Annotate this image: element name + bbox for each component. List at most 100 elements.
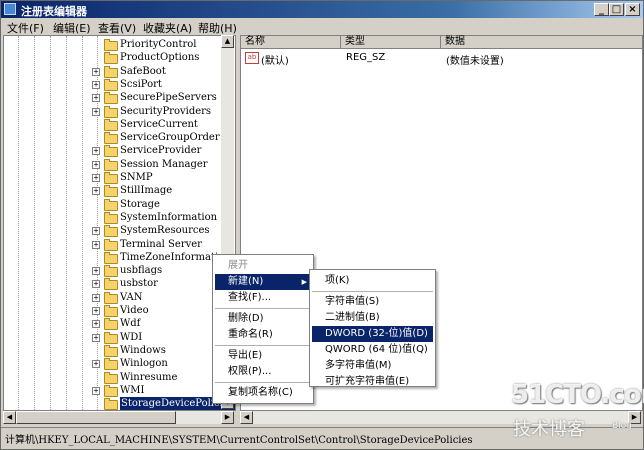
tree-item[interactable]: Winresume bbox=[4, 371, 235, 384]
tree-item-label: usbflags bbox=[120, 265, 163, 277]
tree-item-label: ScsiPort bbox=[120, 78, 162, 90]
tree-item[interactable]: + ScsiPort bbox=[4, 78, 235, 91]
submenu-item[interactable]: 二进制值(B) bbox=[312, 310, 433, 326]
expand-plus-icon[interactable]: + bbox=[92, 320, 100, 329]
scroll-thumb[interactable] bbox=[16, 411, 176, 424]
tree-item[interactable]: + Wdf bbox=[4, 317, 235, 331]
tree-item[interactable]: SystemInformation bbox=[4, 211, 235, 224]
menu-view[interactable]: 查看(V) bbox=[98, 20, 136, 36]
context_menu-item[interactable]: 删除(D) bbox=[215, 311, 311, 327]
expand-plus-icon[interactable]: + bbox=[92, 360, 100, 369]
submenu-item[interactable]: 字符串值(S) bbox=[312, 294, 433, 310]
tree-item[interactable]: + SNMP bbox=[4, 171, 235, 184]
tree-item[interactable]: + WMI bbox=[4, 384, 235, 397]
tree-item[interactable]: + Video bbox=[4, 304, 235, 317]
expand-plus-icon[interactable]: + bbox=[92, 240, 100, 249]
tree-item-label: Winresume bbox=[120, 371, 178, 383]
folder-icon bbox=[104, 92, 118, 105]
menu-file[interactable]: 文件(F) bbox=[7, 20, 44, 36]
scroll-left-arrow-icon[interactable]: ◀ bbox=[240, 411, 253, 424]
scroll-left-arrow-icon[interactable]: ◀ bbox=[3, 411, 16, 424]
tree-item[interactable]: + VAN bbox=[4, 291, 235, 304]
watermark-site: 51CTO.com bbox=[511, 380, 644, 410]
tree-item[interactable]: ServiceCurrent bbox=[4, 118, 235, 131]
expand-plus-icon[interactable]: + bbox=[92, 80, 100, 89]
tree-item-label: PriorityControl bbox=[120, 39, 197, 50]
regedit-app-icon bbox=[4, 3, 16, 15]
folder-icon bbox=[104, 211, 118, 224]
title-bar[interactable]: 注册表编辑器 _ □ × bbox=[1, 1, 643, 18]
tree-item[interactable]: ProductOptions bbox=[4, 51, 235, 65]
tree-item[interactable]: + SecurePipeServers bbox=[4, 91, 235, 105]
context_menu-item[interactable]: 查找(F)... bbox=[215, 290, 311, 306]
submenu-item[interactable]: 可扩充字符串值(E) bbox=[312, 374, 433, 390]
folder-icon bbox=[104, 265, 118, 278]
close-button[interactable]: × bbox=[625, 3, 640, 16]
expand-plus-icon[interactable]: + bbox=[92, 187, 100, 196]
submenu-item[interactable]: 多字符串值(M) bbox=[312, 358, 433, 374]
expand-plus-icon[interactable]: + bbox=[92, 280, 100, 289]
tree-item[interactable]: + SystemResources bbox=[4, 224, 235, 238]
context_menu-item[interactable]: 新建(N) ▶ bbox=[215, 274, 311, 290]
expand-plus-icon[interactable]: + bbox=[92, 307, 100, 315]
expand-plus-icon[interactable]: + bbox=[92, 267, 100, 276]
tree-item[interactable]: Storage bbox=[4, 198, 235, 211]
context_menu-item[interactable]: 重命名(R) bbox=[215, 327, 311, 343]
menu-edit[interactable]: 编辑(E) bbox=[53, 20, 91, 36]
tree-item[interactable]: + Winlogon bbox=[4, 357, 235, 371]
tree-item-label: Storage bbox=[120, 198, 160, 210]
tree-item[interactable]: + StillImage bbox=[4, 184, 235, 198]
folder-icon bbox=[104, 305, 118, 317]
column-header-type[interactable]: 类型 bbox=[341, 36, 441, 49]
tree-item[interactable]: Windows bbox=[4, 344, 235, 357]
expand-plus-icon[interactable]: + bbox=[92, 293, 100, 302]
tree-item[interactable]: + usbflags bbox=[4, 264, 235, 278]
tree-item[interactable]: + Terminal Server bbox=[4, 238, 235, 251]
menu-help[interactable]: 帮助(H) bbox=[198, 20, 237, 36]
submenu-item[interactable]: DWORD (32-位)值(D) bbox=[312, 326, 433, 342]
tree-item[interactable]: StorageDevicePolicies bbox=[4, 397, 235, 410]
tree-item[interactable]: + WDI bbox=[4, 331, 235, 344]
submenu-item[interactable]: 项(K) bbox=[312, 273, 433, 289]
tree-item-label: ServiceGroupOrder bbox=[120, 132, 220, 144]
context_menu-item[interactable]: 复制项名称(C) bbox=[215, 385, 311, 401]
scroll-right-arrow-icon[interactable]: ▶ bbox=[221, 411, 234, 424]
tree-item[interactable]: + Session Manager bbox=[4, 158, 235, 171]
minimize-button[interactable]: _ bbox=[594, 3, 609, 16]
folder-icon bbox=[104, 238, 118, 251]
context_menu-item[interactable]: 导出(E) bbox=[215, 348, 311, 364]
scroll-up-arrow-icon[interactable]: ▲ bbox=[221, 35, 234, 48]
expand-plus-icon[interactable]: + bbox=[92, 333, 100, 342]
tree-item[interactable]: ServiceGroupOrder bbox=[4, 131, 235, 145]
tree-item[interactable]: PriorityControl bbox=[4, 38, 235, 51]
expand-plus-icon[interactable]: + bbox=[92, 147, 100, 156]
maximize-button[interactable]: □ bbox=[609, 3, 624, 16]
tree-horizontal-scrollbar[interactable]: ◀ ▶ bbox=[3, 411, 234, 424]
column-header-name[interactable]: 名称 bbox=[241, 36, 341, 49]
column-header-data[interactable]: 数据 bbox=[441, 36, 642, 49]
tree-item[interactable]: + ServiceProvider bbox=[4, 144, 235, 158]
expand-plus-icon[interactable]: + bbox=[92, 107, 100, 116]
folder-icon bbox=[104, 251, 118, 264]
context_menu-item-label: 查找(F)... bbox=[228, 292, 272, 303]
folder-icon bbox=[104, 371, 118, 384]
expand-plus-icon[interactable]: + bbox=[92, 94, 100, 103]
folder-icon bbox=[104, 145, 118, 158]
registry-key-tree[interactable]: PriorityControl ProductOptions + SafeBoot + S… bbox=[3, 35, 236, 411]
tree-item[interactable]: + usbstor bbox=[4, 277, 235, 291]
tree-item[interactable]: + SafeBoot bbox=[4, 65, 235, 78]
expand-plus-icon[interactable]: + bbox=[92, 160, 100, 169]
tree-item-label: Terminal Server bbox=[120, 238, 202, 250]
expand-plus-icon[interactable]: + bbox=[92, 386, 100, 395]
expand-plus-icon[interactable]: + bbox=[92, 174, 100, 182]
menu-favorites[interactable]: 收藏夹(A) bbox=[143, 20, 192, 36]
expand-plus-icon[interactable]: + bbox=[92, 227, 100, 236]
context_menu-item-label: 权限(P)... bbox=[228, 366, 272, 377]
folder-icon bbox=[104, 344, 118, 357]
menu-separator bbox=[215, 308, 311, 309]
context_menu-item[interactable]: 权限(P)... bbox=[215, 364, 311, 380]
tree-item[interactable]: TimeZoneInformation bbox=[4, 251, 235, 264]
tree-item[interactable]: + SecurityProviders bbox=[4, 105, 235, 118]
submenu-item[interactable]: QWORD (64 位)值(Q) bbox=[312, 342, 433, 358]
expand-plus-icon[interactable]: + bbox=[92, 67, 100, 76]
